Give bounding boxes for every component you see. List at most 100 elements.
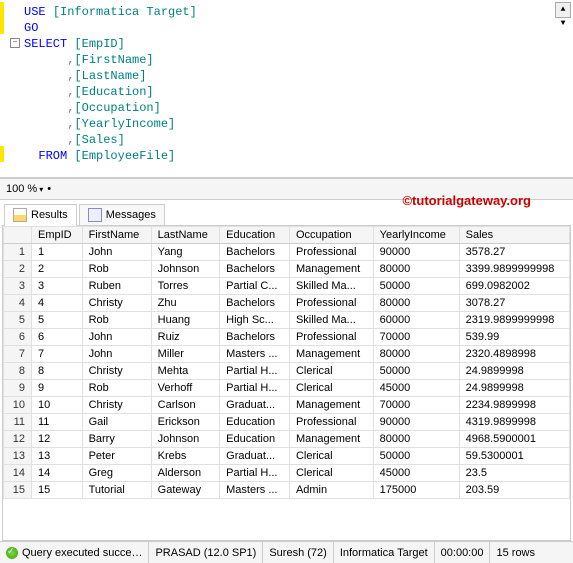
table-row[interactable]: 1313PeterKrebsGraduat...Clerical5000059.… <box>4 448 570 465</box>
collapse-icon[interactable]: − <box>10 38 20 48</box>
rownum-cell[interactable]: 10 <box>4 397 32 414</box>
cell[interactable]: Partial H... <box>220 380 290 397</box>
cell[interactable]: 4968.5900001 <box>459 431 569 448</box>
cell[interactable]: Management <box>289 261 373 278</box>
table-row[interactable]: 66JohnRuizBachelorsProfessional70000539.… <box>4 329 570 346</box>
cell[interactable]: 90000 <box>373 244 459 261</box>
cell[interactable]: 539.99 <box>459 329 569 346</box>
cell[interactable]: 14 <box>32 465 83 482</box>
cell[interactable]: John <box>82 329 151 346</box>
rownum-header[interactable] <box>4 227 32 244</box>
cell[interactable]: 80000 <box>373 346 459 363</box>
cell[interactable]: 80000 <box>373 295 459 312</box>
cell[interactable]: 80000 <box>373 431 459 448</box>
rownum-cell[interactable]: 12 <box>4 431 32 448</box>
cell[interactable]: 203.59 <box>459 482 569 499</box>
cell[interactable]: Graduat... <box>220 397 290 414</box>
cell[interactable]: 24.9899998 <box>459 363 569 380</box>
table-row[interactable]: 33RubenTorresPartial C...Skilled Ma...50… <box>4 278 570 295</box>
rownum-cell[interactable]: 13 <box>4 448 32 465</box>
cell[interactable]: Bachelors <box>220 244 290 261</box>
cell[interactable]: Erickson <box>151 414 219 431</box>
cell[interactable]: Carlson <box>151 397 219 414</box>
cell[interactable]: 2 <box>32 261 83 278</box>
rownum-cell[interactable]: 2 <box>4 261 32 278</box>
cell[interactable]: John <box>82 346 151 363</box>
cell[interactable]: Krebs <box>151 448 219 465</box>
col-header[interactable]: FirstName <box>82 227 151 244</box>
rownum-cell[interactable]: 7 <box>4 346 32 363</box>
cell[interactable]: 1 <box>32 244 83 261</box>
rownum-cell[interactable]: 3 <box>4 278 32 295</box>
cell[interactable]: 50000 <box>373 363 459 380</box>
cell[interactable]: Yang <box>151 244 219 261</box>
cell[interactable]: Mehta <box>151 363 219 380</box>
cell[interactable]: Gateway <box>151 482 219 499</box>
cell[interactable]: Clerical <box>289 448 373 465</box>
cell[interactable]: Rob <box>82 312 151 329</box>
col-header[interactable]: EmpID <box>32 227 83 244</box>
table-row[interactable]: 11JohnYangBachelorsProfessional900003578… <box>4 244 570 261</box>
cell[interactable]: Verhoff <box>151 380 219 397</box>
cell[interactable]: 3 <box>32 278 83 295</box>
cell[interactable]: 8 <box>32 363 83 380</box>
cell[interactable]: Greg <box>82 465 151 482</box>
cell[interactable]: 45000 <box>373 465 459 482</box>
cell[interactable]: Partial H... <box>220 363 290 380</box>
zoom-dropdown-icon[interactable]: ▾ <box>39 185 43 194</box>
cell[interactable]: Christy <box>82 295 151 312</box>
cell[interactable]: Skilled Ma... <box>289 312 373 329</box>
table-row[interactable]: 88ChristyMehtaPartial H...Clerical500002… <box>4 363 570 380</box>
cell[interactable]: Professional <box>289 414 373 431</box>
cell[interactable]: High Sc... <box>220 312 290 329</box>
table-row[interactable]: 77JohnMillerMasters ...Management8000023… <box>4 346 570 363</box>
cell[interactable]: Partial C... <box>220 278 290 295</box>
cell[interactable]: Huang <box>151 312 219 329</box>
results-grid[interactable]: EmpID FirstName LastName Education Occup… <box>2 225 571 541</box>
cell[interactable]: 70000 <box>373 397 459 414</box>
cell[interactable]: Johnson <box>151 261 219 278</box>
cell[interactable]: 3399.9899999998 <box>459 261 569 278</box>
rownum-cell[interactable]: 11 <box>4 414 32 431</box>
cell[interactable]: Masters ... <box>220 482 290 499</box>
cell[interactable]: Education <box>220 431 290 448</box>
cell[interactable]: Professional <box>289 244 373 261</box>
cell[interactable]: Alderson <box>151 465 219 482</box>
cell[interactable]: Clerical <box>289 380 373 397</box>
cell[interactable]: Clerical <box>289 363 373 380</box>
table-row[interactable]: 1111GailEricksonEducationProfessional900… <box>4 414 570 431</box>
cell[interactable]: 50000 <box>373 448 459 465</box>
cell[interactable]: 2234.9899998 <box>459 397 569 414</box>
rownum-cell[interactable]: 15 <box>4 482 32 499</box>
rownum-cell[interactable]: 6 <box>4 329 32 346</box>
rownum-cell[interactable]: 5 <box>4 312 32 329</box>
zoom-level[interactable]: 100 % <box>6 183 37 195</box>
cell[interactable]: Ruben <box>82 278 151 295</box>
table-row[interactable]: 22RobJohnsonBachelorsManagement800003399… <box>4 261 570 278</box>
cell[interactable]: Barry <box>82 431 151 448</box>
cell[interactable]: Gail <box>82 414 151 431</box>
cell[interactable]: 50000 <box>373 278 459 295</box>
table-row[interactable]: 1515TutorialGatewayMasters ...Admin17500… <box>4 482 570 499</box>
cell[interactable]: Management <box>289 431 373 448</box>
cell[interactable]: 4319.9899998 <box>459 414 569 431</box>
cell[interactable]: Bachelors <box>220 329 290 346</box>
cell[interactable]: 70000 <box>373 329 459 346</box>
table-row[interactable]: 55RobHuangHigh Sc...Skilled Ma...6000023… <box>4 312 570 329</box>
cell[interactable]: 10 <box>32 397 83 414</box>
cell[interactable]: 60000 <box>373 312 459 329</box>
table-row[interactable]: 44ChristyZhuBachelorsProfessional8000030… <box>4 295 570 312</box>
sql-editor[interactable]: ▲▼ USE [Informatica Target] GO −SELECT [… <box>0 0 573 178</box>
cell[interactable]: 175000 <box>373 482 459 499</box>
cell[interactable]: Bachelors <box>220 295 290 312</box>
table-row[interactable]: 99RobVerhoffPartial H...Clerical4500024.… <box>4 380 570 397</box>
cell[interactable]: Clerical <box>289 465 373 482</box>
cell[interactable]: 699.0982002 <box>459 278 569 295</box>
cell[interactable]: Ruiz <box>151 329 219 346</box>
cell[interactable]: 80000 <box>373 261 459 278</box>
cell[interactable]: Management <box>289 397 373 414</box>
rownum-cell[interactable]: 14 <box>4 465 32 482</box>
cell[interactable]: 3078.27 <box>459 295 569 312</box>
cell[interactable]: 4 <box>32 295 83 312</box>
cell[interactable]: Tutorial <box>82 482 151 499</box>
